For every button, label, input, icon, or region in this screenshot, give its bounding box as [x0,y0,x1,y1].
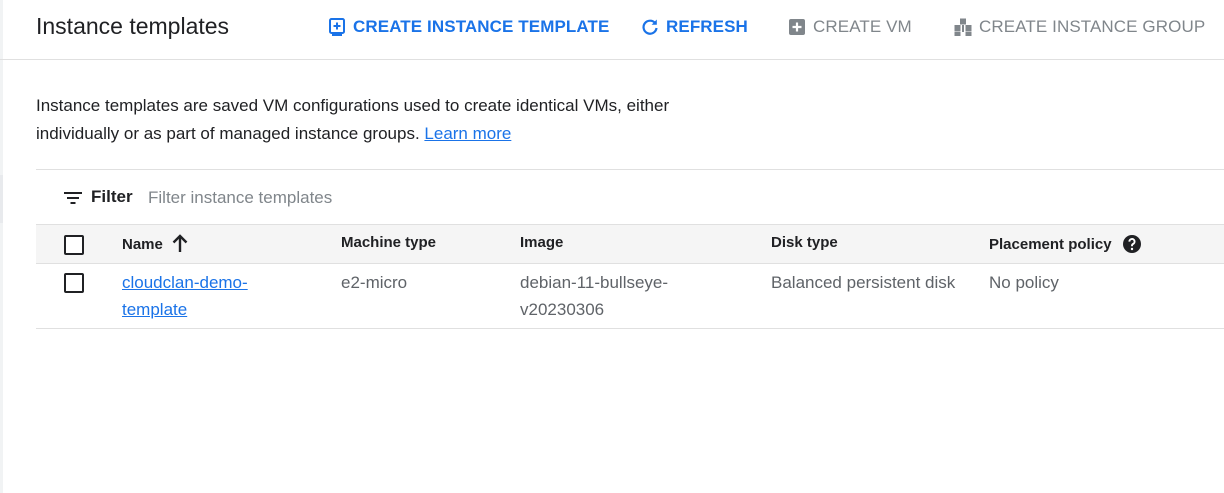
learn-more-link[interactable]: Learn more [424,124,511,143]
column-header-name[interactable]: Name [122,234,189,254]
create-instance-group-label: CREATE INSTANCE GROUP [979,17,1206,36]
column-header-machine-type[interactable]: Machine type [341,234,436,251]
template-name-link[interactable]: cloudclan-demo-template [122,269,272,323]
image-cell: debian-11-bullseye-v20230306 [520,273,669,319]
create-vm-label: CREATE VM [813,17,912,36]
filter-bar: Filter [36,169,1224,225]
column-placement-policy-label: Placement policy [989,235,1112,253]
left-edge [0,0,3,493]
machine-type-cell: e2-micro [341,273,408,292]
filter-list-icon[interactable] [64,190,82,206]
table-header: Name Machine type Image Disk type Placem… [36,224,1224,264]
column-name-label: Name [122,235,163,253]
arrow-upward-icon[interactable] [171,234,189,254]
create-instance-template-label: CREATE INSTANCE TEMPLATE [353,17,610,36]
filter-input[interactable] [148,186,648,210]
column-header-placement-policy[interactable]: Placement policy [989,234,1142,254]
create-vm-button[interactable]: CREATE VM [787,15,912,39]
placement-policy-cell: No policy [989,273,1059,292]
disk-type-cell: Balanced persistent disk [771,273,956,292]
column-header-image[interactable]: Image [520,234,710,251]
table-row: cloudclan-demo-template e2-micro debian-… [36,264,1224,329]
refresh-icon [642,19,658,35]
left-edge-notch [0,175,3,223]
row-checkbox[interactable] [64,273,84,293]
create-instance-group-button[interactable]: CREATE INSTANCE GROUP [953,15,1205,39]
page-title: Instance templates [36,13,230,39]
page-header: Instance templates CREATE INSTANCE TEMPL… [0,0,1224,60]
add-box-icon [329,18,345,36]
instance-group-icon [954,18,972,36]
refresh-label: REFRESH [666,17,748,36]
page-description: Instance templates are saved VM configur… [36,92,736,148]
description-text: Instance templates are saved VM configur… [36,96,670,143]
help-icon[interactable] [1122,234,1142,254]
filter-label: Filter [91,187,133,206]
refresh-button[interactable]: REFRESH [640,15,748,39]
create-instance-template-button[interactable]: CREATE INSTANCE TEMPLATE [327,15,609,39]
add-box-icon [789,19,805,35]
column-header-disk-type[interactable]: Disk type [771,234,961,251]
select-all-checkbox[interactable] [64,235,84,255]
